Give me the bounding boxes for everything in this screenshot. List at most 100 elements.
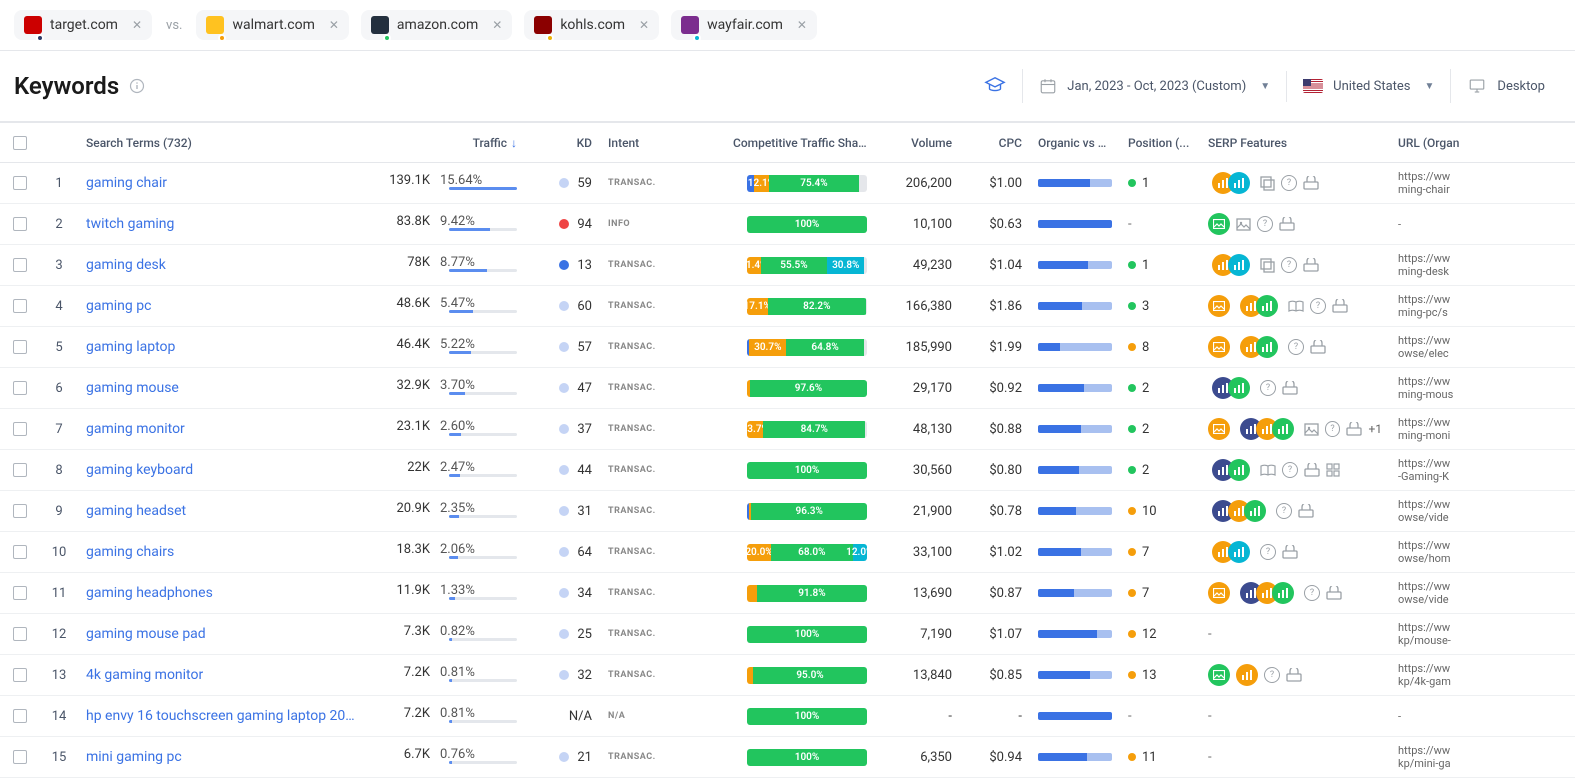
cts-bar[interactable]: 17.1%82.2% <box>747 298 867 315</box>
search-term-link[interactable]: 4k gaming monitor <box>86 667 203 683</box>
row-checkbox[interactable] <box>13 422 27 436</box>
row-checkbox[interactable] <box>13 504 27 518</box>
cts-bar[interactable]: 11.4%55.5%30.8% <box>747 257 867 274</box>
close-icon[interactable]: ✕ <box>639 18 649 32</box>
search-term-link[interactable]: gaming pc <box>86 298 151 314</box>
date-range-picker[interactable]: Jan, 2023 - Oct, 2023 (Custom) ▼ <box>1022 69 1286 103</box>
col-cts[interactable]: Competitive Traffic Share <box>725 136 875 150</box>
search-term-link[interactable]: gaming laptop <box>86 339 175 355</box>
cts-bar[interactable]: 30.7%64.8% <box>747 339 867 356</box>
organic-paid-bar[interactable] <box>1038 753 1112 761</box>
serp-pill[interactable] <box>1236 295 1282 317</box>
stack-icon[interactable] <box>1260 176 1275 191</box>
serp-badge[interactable] <box>1208 336 1230 358</box>
url-value[interactable]: - <box>1390 710 1520 723</box>
select-all-checkbox[interactable] <box>13 136 27 150</box>
col-cpc[interactable]: CPC <box>960 136 1030 150</box>
cts-bar[interactable]: 13.7%84.7% <box>747 421 867 438</box>
organic-paid-bar[interactable] <box>1038 179 1112 187</box>
close-icon[interactable]: ✕ <box>132 18 142 32</box>
book-icon[interactable] <box>1288 300 1304 313</box>
row-checkbox[interactable] <box>13 709 27 723</box>
question-icon[interactable]: ? <box>1282 462 1298 478</box>
people-icon[interactable] <box>1304 463 1320 477</box>
search-term-link[interactable]: gaming monitor <box>86 421 185 437</box>
people-icon[interactable] <box>1282 381 1298 395</box>
serp-pill[interactable] <box>1236 336 1282 358</box>
col-intent[interactable]: Intent <box>600 136 725 150</box>
cts-bar[interactable]: 100% <box>747 708 867 725</box>
serp-pill[interactable] <box>1208 172 1254 194</box>
stack-icon[interactable] <box>1260 258 1275 273</box>
people-icon[interactable] <box>1282 545 1298 559</box>
url-value[interactable]: https://wwming-moni <box>1390 416 1520 442</box>
info-icon[interactable] <box>129 78 145 94</box>
close-icon[interactable]: ✕ <box>492 18 502 32</box>
competitor-chip[interactable]: wayfair.com ✕ <box>671 10 817 40</box>
question-icon[interactable]: ? <box>1260 544 1276 560</box>
book-icon[interactable] <box>1260 464 1276 477</box>
url-value[interactable]: https://wwowse/vide <box>1390 580 1520 606</box>
url-value[interactable]: https://wwming-desk <box>1390 252 1520 278</box>
close-icon[interactable]: ✕ <box>797 18 807 32</box>
organic-paid-bar[interactable] <box>1038 302 1112 310</box>
url-value[interactable]: https://wwowse/vide <box>1390 498 1520 524</box>
col-volume[interactable]: Volume <box>875 136 960 150</box>
question-icon[interactable]: ? <box>1276 503 1292 519</box>
col-serp[interactable]: SERP Features <box>1200 136 1390 150</box>
cts-bar[interactable]: 96.3% <box>747 503 867 520</box>
url-value[interactable]: https://wwkp/4k-gam <box>1390 662 1520 688</box>
serp-badge[interactable] <box>1208 664 1230 686</box>
country-picker[interactable]: United States ▼ <box>1286 71 1450 102</box>
question-icon[interactable]: ? <box>1288 339 1304 355</box>
row-checkbox[interactable] <box>13 463 27 477</box>
question-icon[interactable]: ? <box>1257 216 1273 232</box>
cts-bar[interactable]: 100% <box>747 626 867 643</box>
cts-bar[interactable]: 100% <box>747 462 867 479</box>
question-icon[interactable]: ? <box>1310 298 1326 314</box>
organic-paid-bar[interactable] <box>1038 589 1112 597</box>
question-icon[interactable]: ? <box>1304 585 1320 601</box>
organic-paid-bar[interactable] <box>1038 425 1112 433</box>
people-icon[interactable] <box>1310 340 1326 354</box>
search-term-link[interactable]: gaming headset <box>86 503 186 519</box>
people-icon[interactable] <box>1298 504 1314 518</box>
serp-badge[interactable] <box>1208 582 1230 604</box>
row-checkbox[interactable] <box>13 258 27 272</box>
search-term-link[interactable]: gaming mouse <box>86 380 179 396</box>
organic-paid-bar[interactable] <box>1038 343 1112 351</box>
organic-paid-bar[interactable] <box>1038 548 1112 556</box>
cts-bar[interactable]: 97.6% <box>747 380 867 397</box>
url-value[interactable]: https://wwkp/mouse- <box>1390 621 1520 647</box>
row-checkbox[interactable] <box>13 668 27 682</box>
people-icon[interactable] <box>1303 258 1319 272</box>
row-checkbox[interactable] <box>13 586 27 600</box>
url-value[interactable]: https://wwming-mous <box>1390 375 1520 401</box>
serp-badge[interactable] <box>1236 664 1258 686</box>
serp-pill[interactable] <box>1236 418 1298 440</box>
search-term-link[interactable]: hp envy 16 touchscreen gaming laptop 202… <box>86 708 362 724</box>
organic-paid-bar[interactable] <box>1038 220 1112 228</box>
search-term-link[interactable]: gaming chair <box>86 175 167 191</box>
question-icon[interactable]: ? <box>1281 175 1297 191</box>
row-checkbox[interactable] <box>13 750 27 764</box>
organic-paid-bar[interactable] <box>1038 507 1112 515</box>
organic-paid-bar[interactable] <box>1038 261 1112 269</box>
url-value[interactable]: https://ww-Gaming-K <box>1390 457 1520 483</box>
image-icon[interactable] <box>1236 218 1251 231</box>
row-checkbox[interactable] <box>13 299 27 313</box>
people-icon[interactable] <box>1326 586 1342 600</box>
row-checkbox[interactable] <box>13 176 27 190</box>
serp-pill[interactable] <box>1208 500 1270 522</box>
row-checkbox[interactable] <box>13 545 27 559</box>
serp-more[interactable]: +1 <box>1368 422 1382 436</box>
competitor-chip[interactable]: kohls.com ✕ <box>524 10 659 40</box>
organic-paid-bar[interactable] <box>1038 466 1112 474</box>
organic-paid-bar[interactable] <box>1038 712 1112 720</box>
search-term-link[interactable]: gaming desk <box>86 257 166 273</box>
search-term-link[interactable]: gaming headphones <box>86 585 213 601</box>
col-position[interactable]: Position (... <box>1120 136 1200 150</box>
image-icon[interactable] <box>1304 423 1319 436</box>
serp-pill[interactable] <box>1236 582 1298 604</box>
row-checkbox[interactable] <box>13 627 27 641</box>
